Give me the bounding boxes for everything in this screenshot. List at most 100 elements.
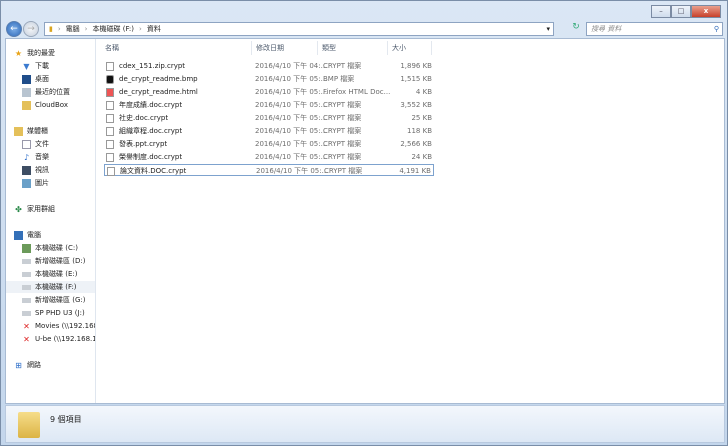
file-date: 2016/4/10 下午 05:... [255,88,328,96]
sidebar-item-pictures[interactable]: 圖片 [22,177,49,189]
sidebar-favorites[interactable]: ★ 我的最愛 [14,47,55,59]
sidebar-network-drive-ube[interactable]: ✕ U-be (\\192.168.1.10 [22,333,95,345]
minimize-button[interactable]: – [651,5,671,18]
back-button[interactable]: ← [6,21,22,37]
label: 新增磁碟區 (D:) [35,257,86,265]
file-name: 組織章程.doc.crypt [119,127,183,135]
label: 媒體櫃 [27,127,48,135]
file-name: 榮譽制度.doc.crypt [119,153,183,161]
refresh-button[interactable]: ↻ [569,22,583,36]
file-icon [106,127,114,136]
file-row[interactable]: 榮譽制度.doc.crypt 2016/4/10 下午 05:... CRYPT 檔… [104,151,434,163]
image-file-icon [106,75,114,84]
search-icon[interactable]: ⚲ [714,23,719,35]
label: CloudBox [35,101,69,109]
sidebar-drive-j[interactable]: SP PHD U3 (J:) [22,307,85,319]
drive-icon [22,258,31,264]
label: 本機磁碟 (F:) [35,283,77,291]
maximize-button[interactable]: □ [671,5,691,18]
sidebar-drive-g[interactable]: 新增磁碟區 (G:) [22,294,85,306]
sidebar-drive-f[interactable]: 本機磁碟 (F:) [6,281,95,293]
file-date: 2016/4/10 下午 05:... [255,101,328,109]
file-date: 2016/4/10 下午 05:... [255,140,328,148]
sidebar-network[interactable]: ⊞ 網路 [14,359,41,371]
sidebar-drive-e[interactable]: 本機磁碟 (E:) [22,268,77,280]
column-header-size[interactable]: 大小 [388,41,432,55]
address-dropdown-icon[interactable]: ▾ [546,25,550,33]
file-type: CRYPT 檔案 [323,101,362,109]
explorer-window: – □ x ← → ▮ › 電腦 › 本機磁碟 (F:) › 資料 ▾ ↻ 搜尋 資… [0,0,728,446]
file-date: 2016/4/10 下午 05:... [255,153,328,161]
file-type: CRYPT 檔案 [323,127,362,135]
system-drive-icon [22,243,31,253]
file-type: CRYPT 檔案 [324,167,363,175]
address-bar[interactable]: ▮ › 電腦 › 本機磁碟 (F:) › 資料 ▾ [44,22,554,36]
sidebar-network-drive-movies[interactable]: ✕ Movies (\\192.168.1. [22,320,95,332]
sidebar-homegroup[interactable]: ✤ 家用群組 [14,203,55,215]
sidebar-item-cloudbox[interactable]: CloudBox [22,99,68,111]
file-date: 2016/4/10 下午 05:... [255,127,328,135]
file-icon [106,153,114,162]
sidebar-drive-d[interactable]: 新增磁碟區 (D:) [22,255,85,267]
file-name: 論文資料.DOC.crypt [120,167,187,175]
file-icon [107,167,115,176]
file-name: 年度成績.doc.crypt [119,101,183,109]
column-header-date[interactable]: 修改日期 [252,41,318,55]
search-input[interactable]: 搜尋 資料 ⚲ [586,22,723,36]
download-icon: ▼ [23,61,30,71]
file-icon [106,62,114,71]
file-size: 24 KB [411,153,432,161]
sidebar-computer[interactable]: 電腦 [14,229,41,241]
breadcrumb-data[interactable]: 資料 [147,24,161,34]
file-row[interactable]: 組織章程.doc.crypt 2016/4/10 下午 05:... CRYPT 檔… [104,125,434,137]
file-type: CRYPT 檔案 [323,114,362,122]
sidebar-item-music[interactable]: ♪ 音樂 [22,151,49,163]
file-size: 1,515 KB [400,75,432,83]
label: 新增磁碟區 (G:) [35,296,86,304]
homegroup-icon: ✤ [15,204,22,214]
label: 圖片 [35,179,49,187]
label: 我的最愛 [27,49,55,57]
breadcrumb-computer[interactable]: 電腦 [66,24,80,34]
disconnected-drive-icon: ✕ [23,334,30,344]
sidebar-item-downloads[interactable]: ▼ 下載 [22,60,49,72]
file-row[interactable]: 論文資料.DOC.crypt 2016/4/10 下午 05:... CRYPT 檔… [104,164,434,176]
file-row[interactable]: de_crypt_readme.html 2016/4/10 下午 05:... F… [104,86,434,98]
label: 家用群組 [27,205,55,213]
file-size: 25 KB [411,114,432,122]
html-file-icon [106,88,114,97]
forward-button[interactable]: → [23,21,39,37]
sidebar-drive-c[interactable]: 本機磁碟 (C:) [22,242,78,254]
file-row[interactable]: 社史.doc.crypt 2016/4/10 下午 05:... CRYPT 檔案 2… [104,112,434,124]
file-row[interactable]: de_crypt_readme.bmp 2016/4/10 下午 05:... BM… [104,73,434,85]
file-row[interactable]: 發表.ppt.crypt 2016/4/10 下午 05:... CRYPT 檔案 2… [104,138,434,150]
label: 最近的位置 [35,88,70,96]
file-size: 1,896 KB [400,62,432,70]
file-name: 社史.doc.crypt [119,114,169,122]
label: 下載 [35,62,49,70]
library-icon [14,126,23,136]
recent-places-icon [22,87,31,97]
file-name: de_crypt_readme.bmp [119,75,198,83]
column-header-type[interactable]: 類型 [318,41,388,55]
breadcrumb-drive-f[interactable]: 本機磁碟 (F:) [92,24,134,34]
column-headers: 名稱 修改日期 類型 大小 [101,41,441,55]
music-icon: ♪ [23,152,30,162]
drive-icon [22,271,31,277]
sidebar-item-desktop[interactable]: 桌面 [22,73,49,85]
file-size: 118 KB [407,127,432,135]
file-icon [106,114,114,123]
status-bar: 9 個項目 [5,405,725,443]
file-row[interactable]: 年度成績.doc.crypt 2016/4/10 下午 05:... CRYPT 檔… [104,99,434,111]
folder-icon [22,100,31,110]
sidebar-item-videos[interactable]: 視訊 [22,164,49,176]
column-header-name[interactable]: 名稱 [101,41,252,55]
sidebar-item-documents[interactable]: 文件 [22,138,49,150]
drive-icon [22,310,31,316]
navigation-pane: ★ 我的最愛 ▼ 下載 桌面 最近的位置 CloudBox 媒體櫃 文件 ♪ 音樂 視… [6,39,96,403]
close-button[interactable]: x [691,5,721,18]
file-row[interactable]: cdex_151.zip.crypt 2016/4/10 下午 04:... CRY… [104,60,434,72]
sidebar-libraries[interactable]: 媒體櫃 [14,125,48,137]
sidebar-item-recent[interactable]: 最近的位置 [22,86,70,98]
file-size: 4 KB [415,88,432,96]
